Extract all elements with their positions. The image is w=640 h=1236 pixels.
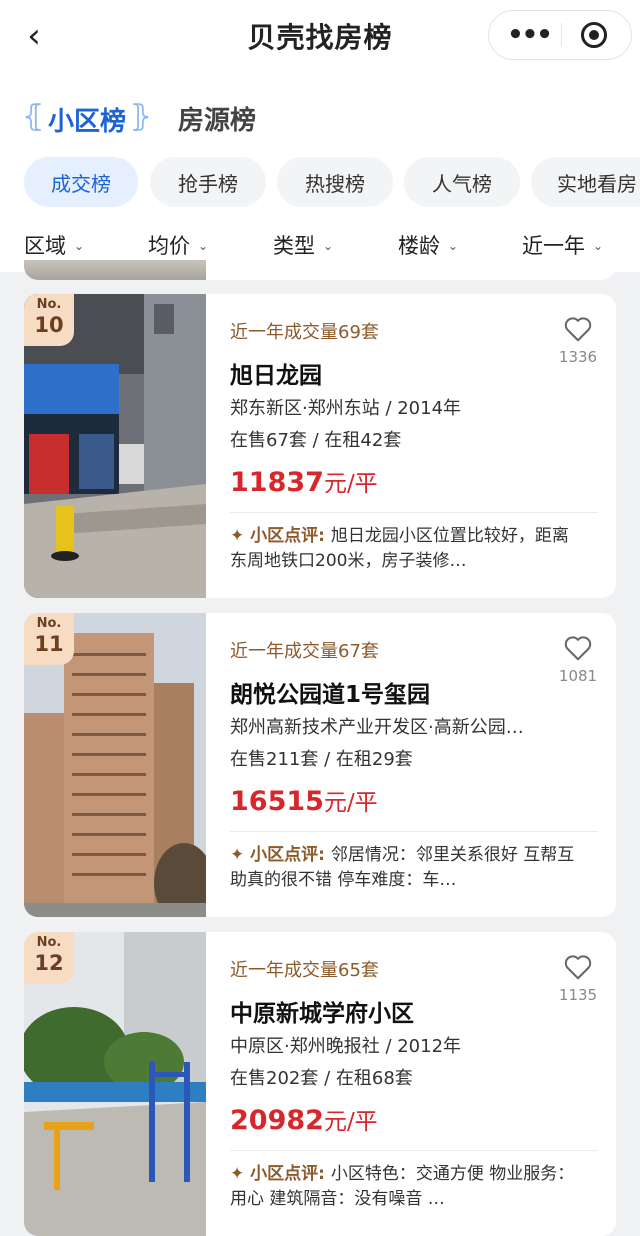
rank-badge-no: No.: [36, 935, 62, 950]
capsule-divider: [561, 23, 562, 47]
rank-number: 10: [34, 313, 64, 337]
location-year: 郑东新区·郑州东站 / 2014年: [230, 398, 462, 419]
mini-program-capsule: •••: [488, 10, 632, 60]
unit-price: 20982元/平: [230, 1102, 378, 1136]
deal-volume: 近一年成交量67套: [230, 641, 379, 662]
location-year: 郑州高新技术产业开发区·高新公园…: [230, 717, 524, 738]
location-year: 中原区·郑州晚报社 / 2012年: [230, 1036, 462, 1057]
rank-badge-no: No.: [36, 616, 62, 631]
community-review: ✦ 小区点评: 邻居情况：邻里关系很好 互帮互助真的很不错 停车难度：车…: [230, 843, 576, 893]
filter-avg-price[interactable]: 均价 ⌄: [148, 230, 208, 260]
filter-type[interactable]: 类型 ⌄: [273, 230, 333, 260]
listing-info: 近一年成交量65套 中原新城学府小区 中原区·郑州晚报社 / 2012年 在售2…: [230, 932, 600, 1236]
filter-building-age-label: 楼龄: [398, 234, 440, 258]
listing-card-11[interactable]: No. 11 近一年成交量67套 朗悦公园道1号玺园 郑州高新技术产业开发区·高…: [24, 613, 616, 917]
filter-period-label: 近一年: [522, 234, 585, 258]
review-label: ✦ 小区点评:: [230, 1164, 331, 1184]
stock-count: 在售202套 / 在租68套: [230, 1068, 413, 1089]
unit-price: 11837元/平: [230, 464, 378, 498]
chip-popularity[interactable]: 人气榜: [404, 157, 520, 207]
deal-volume: 近一年成交量65套: [230, 960, 379, 981]
chip-deals[interactable]: 成交榜: [24, 157, 138, 207]
divider: [230, 1150, 598, 1151]
chevron-down-icon: ⌄: [74, 239, 85, 253]
rank-badge: No. 12: [24, 932, 74, 984]
filter-district-label: 区域: [24, 234, 66, 258]
chevron-down-icon: ⌄: [323, 239, 334, 253]
stock-count: 在售211套 / 在租29套: [230, 749, 413, 770]
review-label: ✦ 小区点评:: [230, 526, 331, 546]
price-value: 11837: [230, 467, 324, 498]
community-name: 朗悦公园道1号玺园: [230, 682, 431, 708]
divider: [230, 512, 598, 513]
chevron-down-icon: ⌄: [593, 239, 604, 253]
filter-building-age[interactable]: 楼龄 ⌄: [398, 230, 458, 260]
chip-site-visit[interactable]: 实地看房: [531, 157, 640, 207]
previous-card-edge[interactable]: [24, 260, 616, 280]
chip-hot-sale[interactable]: 抢手榜: [150, 157, 266, 207]
listing-info: 近一年成交量67套 朗悦公园道1号玺园 郑州高新技术产业开发区·高新公园… 在售…: [230, 613, 600, 917]
price-unit: 元/平: [323, 790, 378, 816]
stock-count: 在售67套 / 在租42套: [230, 430, 402, 451]
header: ‹ 贝壳找房榜 ••• ⦃ 小区榜 ⦄ 房源榜 成交榜 抢手榜 热搜榜 人气榜 …: [0, 0, 640, 272]
rank-number: 11: [34, 632, 64, 656]
filter-district[interactable]: 区域 ⌄: [24, 230, 84, 260]
price-value: 16515: [230, 786, 324, 817]
favorite-button[interactable]: 1135: [552, 952, 604, 1004]
laurel-left-icon: ⦃: [22, 99, 45, 134]
chevron-down-icon: ⌄: [448, 239, 459, 253]
community-review: ✦ 小区点评: 小区特色：交通方便 物业服务：用心 建筑隔音：没有噪音 …: [230, 1162, 576, 1212]
rank-badge-no: No.: [36, 297, 62, 312]
chip-hot-search[interactable]: 热搜榜: [277, 157, 393, 207]
rank-number: 12: [34, 951, 64, 975]
rank-badge: No. 11: [24, 613, 74, 665]
price-unit: 元/平: [323, 471, 378, 497]
community-name: 中原新城学府小区: [230, 1001, 414, 1027]
listing-card-12[interactable]: No. 12 近一年成交量65套 中原新城学府小区 中原区·郑州晚报社 / 20…: [24, 932, 616, 1236]
favorite-button[interactable]: 1081: [552, 633, 604, 685]
chevron-down-icon: ⌄: [198, 239, 209, 253]
heart-icon: [564, 636, 592, 661]
listing-card-10[interactable]: No. 10 近一年成交量69套 旭日龙园 郑东新区·郑州东站 / 2014年 …: [24, 294, 616, 598]
favorite-count: 1135: [558, 986, 598, 1004]
price-value: 20982: [230, 1105, 324, 1136]
heart-icon: [564, 317, 592, 342]
community-photo: [24, 260, 206, 280]
more-dots-icon[interactable]: •••: [503, 11, 555, 59]
tab-community-rank-label: 小区榜: [47, 106, 126, 137]
review-label: ✦ 小区点评:: [230, 845, 331, 865]
filter-type-label: 类型: [273, 234, 315, 258]
favorite-button[interactable]: 1336: [552, 314, 604, 366]
listing-info: 近一年成交量69套 旭日龙园 郑东新区·郑州东站 / 2014年 在售67套 /…: [230, 294, 600, 598]
tab-listing-rank[interactable]: 房源榜: [178, 100, 256, 137]
rank-badge: No. 10: [24, 294, 74, 346]
nav-bar: ‹ 贝壳找房榜 •••: [0, 0, 640, 72]
filter-period[interactable]: 近一年 ⌄: [522, 230, 603, 260]
unit-price: 16515元/平: [230, 783, 378, 817]
price-unit: 元/平: [323, 1109, 378, 1135]
target-icon[interactable]: [581, 22, 607, 48]
filter-avg-price-label: 均价: [148, 234, 190, 258]
heart-icon: [564, 955, 592, 980]
community-name: 旭日龙园: [230, 363, 322, 389]
category-chips: 成交榜 抢手榜 热搜榜 人气榜 实地看房: [0, 157, 640, 209]
laurel-right-icon: ⦄: [129, 99, 152, 134]
favorite-count: 1081: [558, 667, 598, 685]
favorite-count: 1336: [558, 348, 598, 366]
divider: [230, 831, 598, 832]
community-review: ✦ 小区点评: 旭日龙园小区位置比较好，距离东周地铁口200米，房子装修…: [230, 524, 576, 574]
tab-community-rank[interactable]: ⦃ 小区榜 ⦄: [22, 96, 152, 142]
deal-volume: 近一年成交量69套: [230, 322, 379, 343]
